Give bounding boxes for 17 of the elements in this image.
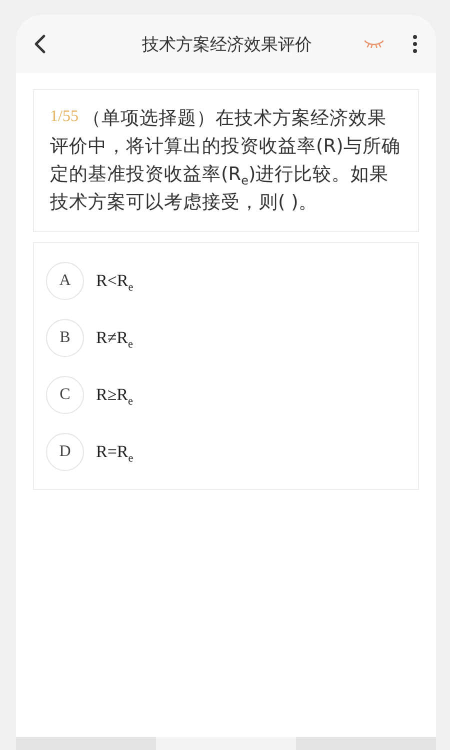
option-text: R≠R$_{e}$ bbox=[96, 328, 133, 348]
option-text: R<R$_{e}$ bbox=[96, 270, 134, 290]
option-letter: D bbox=[46, 432, 84, 470]
option-letter: C bbox=[46, 376, 84, 414]
more-icon bbox=[412, 34, 418, 54]
option-letter: B bbox=[46, 318, 84, 356]
option-text: R≥R$_{e}$ bbox=[96, 384, 133, 404]
option-item[interactable]: B R≠R$_{e}$ bbox=[46, 309, 406, 366]
option-text: R=R$_{e}$ bbox=[96, 442, 134, 462]
back-icon bbox=[34, 34, 46, 54]
option-letter: A bbox=[46, 262, 84, 300]
question-text: $^{1/55}$ （单项选择题）在技术方案经济效果评价中，将计算出的投资收益率(R)与所确定的基准投资收益率(R$_{e}$)进行比较。如果技术方案可以考虑接受，则( )。 bbox=[50, 107, 402, 215]
closed-eye-icon bbox=[364, 40, 384, 48]
option-item[interactable]: A R<R$_{e}$ bbox=[46, 252, 406, 309]
option-item[interactable]: C R≥R$_{e}$ bbox=[46, 366, 406, 423]
page-title: 技术方案经济效果评价 bbox=[141, 34, 313, 56]
option-item[interactable]: D R=R$_{e}$ bbox=[46, 423, 406, 480]
